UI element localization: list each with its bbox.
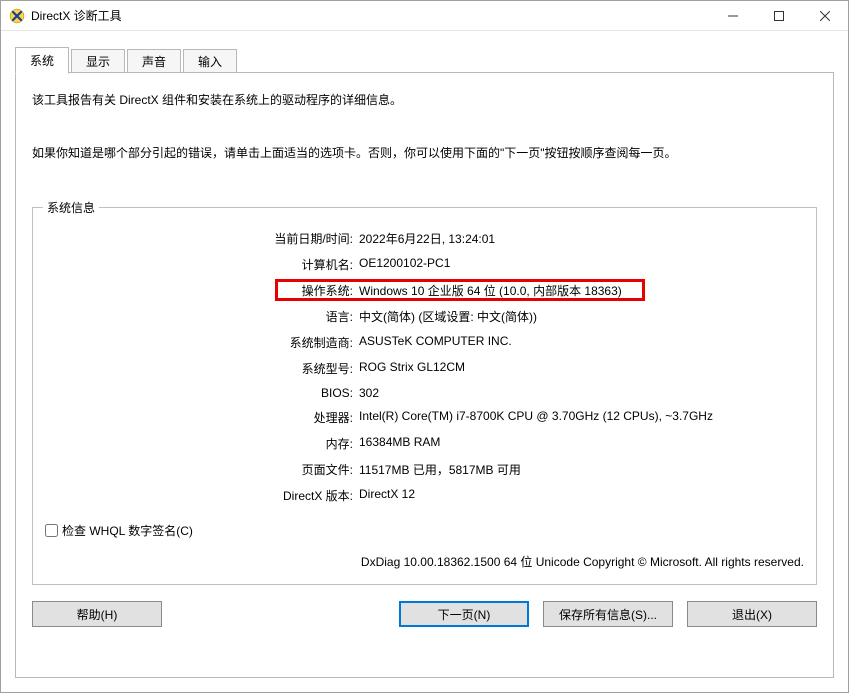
- label-bios: BIOS:: [45, 386, 353, 400]
- value-pagefile: 11517MB 已用，5817MB 可用: [359, 461, 804, 478]
- value-mem: 16384MB RAM: [359, 435, 804, 452]
- label-cpu: 处理器:: [45, 409, 353, 426]
- label-lang: 语言:: [45, 308, 353, 325]
- label-mem: 内存:: [45, 435, 353, 452]
- help-button[interactable]: 帮助(H): [32, 601, 162, 627]
- next-page-button[interactable]: 下一页(N): [399, 601, 529, 627]
- tab-input[interactable]: 输入: [183, 49, 237, 73]
- whql-row: 检查 WHQL 数字签名(C): [45, 522, 804, 539]
- group-legend: 系统信息: [43, 199, 99, 216]
- info-rows: 当前日期/时间: 2022年6月22日, 13:24:01 计算机名: OE12…: [45, 230, 804, 504]
- exit-button[interactable]: 退出(X): [687, 601, 817, 627]
- window-title: DirectX 诊断工具: [31, 7, 122, 24]
- label-datetime: 当前日期/时间:: [45, 230, 353, 247]
- label-computer: 计算机名:: [45, 256, 353, 273]
- value-maker: ASUSTeK COMPUTER INC.: [359, 334, 804, 351]
- system-info-group: 系统信息 当前日期/时间: 2022年6月22日, 13:24:01 计算机名:…: [32, 207, 817, 585]
- label-pagefile: 页面文件:: [45, 461, 353, 478]
- tab-sound[interactable]: 声音: [127, 49, 181, 73]
- copyright-line: DxDiag 10.00.18362.1500 64 位 Unicode Cop…: [45, 553, 804, 570]
- help-button-label: 帮助(H): [77, 606, 118, 623]
- close-button[interactable]: [802, 1, 848, 31]
- save-all-button-label: 保存所有信息(S)...: [559, 606, 657, 623]
- label-maker: 系统制造商:: [45, 334, 353, 351]
- intro-line-2: 如果你知道是哪个部分引起的错误，请单击上面适当的选项卡。否则，你可以使用下面的"…: [32, 144, 817, 163]
- directx-icon: [9, 8, 25, 24]
- exit-button-label: 退出(X): [732, 606, 772, 623]
- value-os: Windows 10 企业版 64 位 (10.0, 内部版本 18363): [359, 282, 804, 299]
- next-page-button-label: 下一页(N): [438, 606, 491, 623]
- value-computer: OE1200102-PC1: [359, 256, 804, 273]
- value-cpu: Intel(R) Core(TM) i7-8700K CPU @ 3.70GHz…: [359, 409, 804, 426]
- value-model: ROG Strix GL12CM: [359, 360, 804, 377]
- maximize-button[interactable]: [756, 1, 802, 31]
- titlebar: DirectX 诊断工具: [1, 1, 848, 31]
- label-model: 系统型号:: [45, 360, 353, 377]
- label-os: 操作系统:: [45, 282, 353, 299]
- whql-label[interactable]: 检查 WHQL 数字签名(C): [62, 522, 193, 539]
- button-row: 帮助(H) 下一页(N) 保存所有信息(S)... 退出(X): [32, 601, 817, 627]
- value-bios: 302: [359, 386, 804, 400]
- label-dxver: DirectX 版本:: [45, 487, 353, 504]
- value-dxver: DirectX 12: [359, 487, 804, 504]
- minimize-button[interactable]: [710, 1, 756, 31]
- value-datetime: 2022年6月22日, 13:24:01: [359, 230, 804, 247]
- tab-display[interactable]: 显示: [71, 49, 125, 73]
- content-area: 系统 显示 声音 输入 该工具报告有关 DirectX 组件和安装在系统上的驱动…: [1, 31, 848, 692]
- tab-page-system: 该工具报告有关 DirectX 组件和安装在系统上的驱动程序的详细信息。 如果你…: [15, 73, 834, 678]
- tab-system[interactable]: 系统: [15, 47, 69, 74]
- whql-checkbox[interactable]: [45, 524, 58, 537]
- value-lang: 中文(简体) (区域设置: 中文(简体)): [359, 308, 804, 325]
- intro-line-1: 该工具报告有关 DirectX 组件和安装在系统上的驱动程序的详细信息。: [32, 91, 817, 110]
- tabstrip: 系统 显示 声音 输入: [15, 49, 834, 73]
- save-all-button[interactable]: 保存所有信息(S)...: [543, 601, 673, 627]
